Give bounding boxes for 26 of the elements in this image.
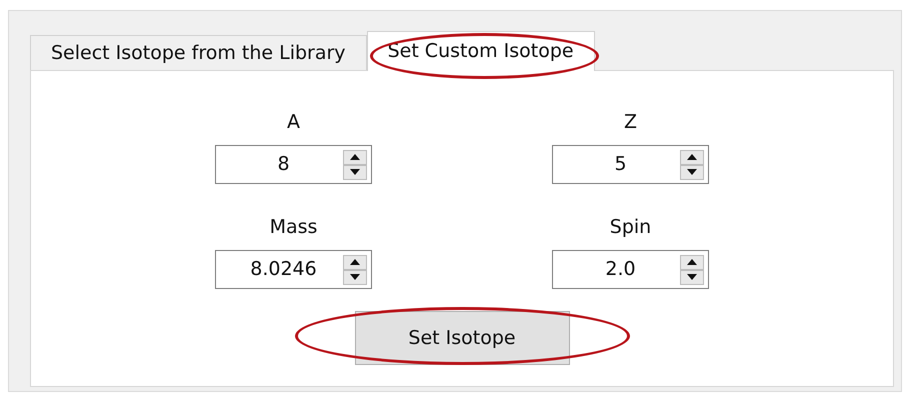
spin-box[interactable]: 8.0246 [215,250,372,289]
spin-down-button[interactable] [343,164,367,180]
field-label: A [287,110,300,135]
up-arrow-icon [686,258,698,266]
field-label: Mass [270,215,318,240]
spin-down-button[interactable] [343,270,367,284]
down-arrow-icon [349,273,361,281]
spin-box[interactable]: 5 [552,145,709,184]
spin-up-button[interactable] [343,254,367,270]
up-arrow-icon [349,153,361,161]
down-arrow-icon [686,273,698,281]
spin-up-button[interactable] [680,150,704,164]
up-arrow-icon [349,258,361,266]
spin-down-button[interactable] [680,270,704,284]
field-label: Z [624,110,638,135]
field-label: Spin [610,215,652,240]
down-arrow-icon [686,168,698,176]
spin-up-button[interactable] [343,150,367,164]
down-arrow-icon [349,168,361,176]
spin-up-button[interactable] [680,254,704,270]
spin-box[interactable]: 8 [215,145,372,184]
spin-box[interactable]: 2.0 [552,250,709,289]
tab[interactable]: Select Isotope from the Library [30,35,367,71]
set-isotope-button[interactable]: Set Isotope [354,311,570,365]
up-arrow-icon [686,153,698,161]
spin-down-button[interactable] [680,164,704,180]
